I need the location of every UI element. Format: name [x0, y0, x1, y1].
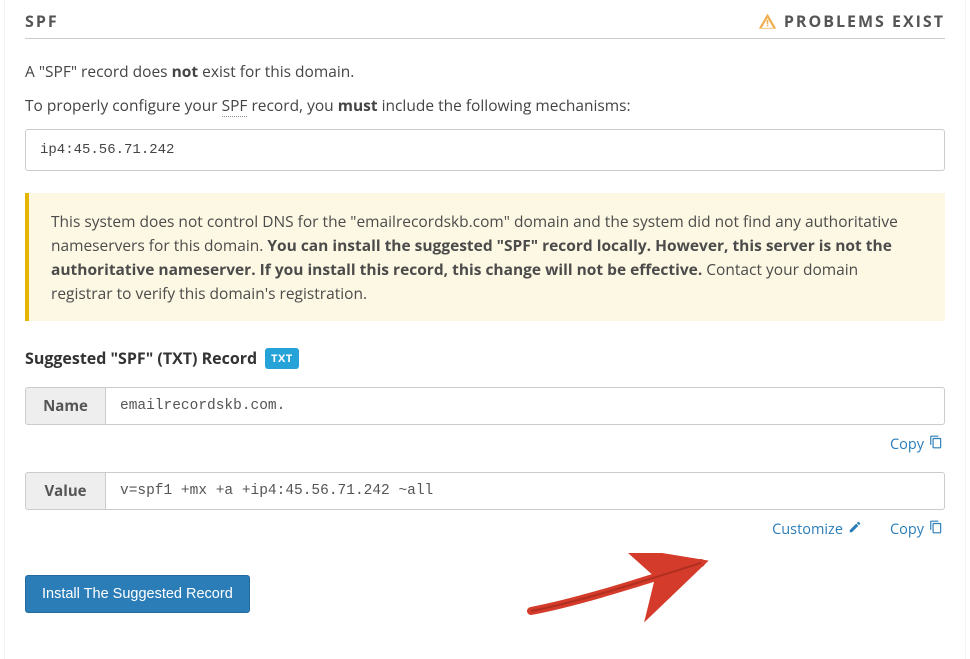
copy-name-link[interactable]: Copy: [890, 435, 943, 454]
suggested-record-heading: Suggested "SPF" (TXT) Record TXT: [25, 347, 945, 369]
copy-icon: [929, 520, 943, 539]
status-text: PROBLEMS EXIST: [784, 10, 945, 32]
value-field-row: Value: [25, 472, 945, 510]
status-badge: PROBLEMS EXIST: [758, 10, 945, 32]
pencil-icon: [848, 520, 862, 539]
customize-link[interactable]: Customize: [772, 520, 862, 539]
mechanisms-code: ip4:45.56.71.242: [25, 129, 945, 171]
copy-icon: [929, 435, 943, 454]
warning-icon: [758, 12, 777, 31]
section-title: SPF: [25, 10, 59, 32]
intro-line-1: A "SPF" record does not exist for this d…: [25, 59, 945, 83]
section-header: SPF PROBLEMS EXIST: [25, 0, 945, 39]
dns-warning-alert: This system does not control DNS for the…: [25, 193, 945, 321]
spf-abbr: SPF: [222, 94, 248, 117]
install-suggested-record-button[interactable]: Install The Suggested Record: [25, 575, 250, 613]
name-field-row: Name: [25, 387, 945, 425]
annotation-arrow: [523, 553, 723, 623]
name-input[interactable]: [105, 387, 945, 425]
intro-line-2: To properly configure your SPF record, y…: [25, 93, 945, 117]
copy-value-link[interactable]: Copy: [890, 520, 943, 539]
value-label: Value: [25, 472, 105, 510]
txt-badge: TXT: [265, 348, 299, 369]
value-input[interactable]: [105, 472, 945, 510]
name-label: Name: [25, 387, 105, 425]
